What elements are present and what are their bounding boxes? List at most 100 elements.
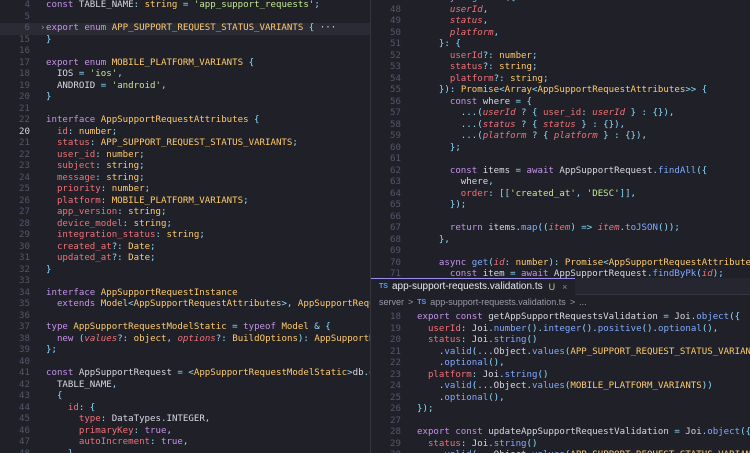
code-line[interactable]: 6 ›export enum APP_SUPPORT_REQUEST_STATUS… [0,23,370,35]
code-line[interactable]: 39}; [0,345,370,357]
code-line[interactable]: 43 { [0,391,370,403]
code-line[interactable]: 47 autoIncrement: true, [0,437,370,449]
code-line[interactable]: 22 user_id: number; [0,150,370,162]
code-line[interactable]: 48 }, [0,449,370,453]
code-line[interactable]: 28 export const updateAppSupportRequestVa… [371,427,750,439]
code-line[interactable]: 26}); [371,404,750,416]
code-line[interactable]: 23 subject: string; [0,161,370,173]
code-line[interactable]: 65 }); [371,200,750,212]
code-line[interactable]: 59 ...(platform ? { platform } : {}), [371,131,750,143]
code-line[interactable]: 35 extends Model<AppSupportRequestAttrib… [0,299,370,311]
code-line[interactable]: 32} [0,265,370,277]
code-token: updated_at [46,253,112,263]
code-line[interactable]: 45 type: DataTypes.INTEGER, [0,414,370,426]
code-line[interactable]: 17 export enum MOBILE_PLATFORM_VARIANTS { [0,58,370,70]
code-line[interactable]: 62 const items = await AppSupportRequest… [371,166,750,178]
code-line[interactable]: 18 export const getAppSupportRequestsVali… [371,312,750,324]
code-line[interactable]: 21 .valid(...Object.values(APP_SUPPORT_R… [371,347,750,359]
code-token: MOBILE_PLATFORM_VARIANTS [111,195,244,206]
code-line[interactable]: 71 const item = await AppSupportRequest.… [371,269,750,278]
code-line[interactable]: 31 updated_at?: Date; [0,253,370,265]
code-text: platform, [417,28,499,40]
code-line[interactable]: 15} [0,35,370,47]
code-line[interactable]: 54 platform?: string; [371,74,750,86]
code-line[interactable]: 38 new (values?: object, options?: Build… [0,334,370,346]
code-line[interactable]: 26 platform: MOBILE_PLATFORM_VARIANTS; [0,196,370,208]
code-line[interactable]: 70 async get(id: number): Promise<AppSup… [371,258,750,270]
code-line[interactable]: 50 platform, [371,28,750,40]
code-line[interactable]: 16 [0,46,370,58]
code-line[interactable]: 29 integration_status: string; [0,230,370,242]
code-line[interactable]: 19 userId: Joi.number().integer().positi… [371,324,750,336]
line-number: 28 [19,218,30,229]
code-line[interactable]: 27 [371,416,750,428]
code-token: Object [493,381,527,391]
code-line[interactable]: 22 interface AppSupportRequestAttributes … [0,115,370,127]
code-line[interactable]: 21 status: APP_SUPPORT_REQUEST_STATUS_VA… [0,138,370,150]
code-line[interactable]: 55 }): Promise<Array<AppSupportRequestAt… [371,85,750,97]
code-token: ()); [657,223,680,233]
code-line[interactable]: 25 priority: number; [0,184,370,196]
code-token: ?: [117,333,134,344]
right-bottom-editor-pane[interactable]: TS app-support-requests.validation.ts U … [371,278,750,453]
right-top-editor-pane[interactable]: 47 async getAll({48 userId,49 status,50 … [371,0,750,278]
code-token: await [526,165,560,176]
code-line[interactable]: 48 userId, [371,5,750,17]
code-line[interactable]: 41 const AppSupportRequest = <AppSupportR… [0,368,370,380]
code-line[interactable]: 53 status?: string; [371,62,750,74]
code-line[interactable]: 44 id: { [0,403,370,415]
code-line[interactable]: 52 userId?: number; [371,51,750,63]
breadcrumb-file[interactable]: app-support-requests.validation.ts [430,297,566,307]
code-line[interactable]: 24 message: string; [0,173,370,185]
code-line[interactable]: 29 status: Joi.string() [371,439,750,451]
code-line[interactable]: 20 id: number; [0,127,370,139]
code-line[interactable]: 25 .optional(), [371,393,750,405]
code-line[interactable]: 20 status: Joi.string() [371,335,750,347]
code-line[interactable]: 34 interface AppSupportRequestInstance [0,288,370,300]
code-line[interactable]: 58 ...(status ? { status } : {}), [371,120,750,132]
code-line[interactable]: 61 [371,154,750,166]
code-line[interactable]: 67 return items.map((item) => item.toJSO… [371,223,750,235]
code-line[interactable]: 28 device_model: string; [0,219,370,231]
left-code-area[interactable]: 4 const TABLE_NAME: string = 'app_support… [0,0,370,453]
code-line[interactable]: 49 status, [371,16,750,28]
line-number: 27 [390,415,401,426]
code-line[interactable]: 51 }: { [371,39,750,51]
code-token: const [417,96,483,107]
breadcrumb-symbol[interactable]: ... [579,297,587,307]
code-line[interactable]: 33 [0,276,370,288]
code-line[interactable]: 57 ...(userId ? { user_id: userId } : {}… [371,108,750,120]
code-line[interactable]: 37 type AppSupportRequestModelStatic = ty… [0,322,370,334]
tab-validation-file[interactable]: TS app-support-requests.validation.ts U … [371,278,576,295]
left-editor-pane[interactable]: 4 const TABLE_NAME: string = 'app_support… [0,0,370,453]
code-line[interactable]: 30 created_at?: Date; [0,242,370,254]
code-token: ...( [417,119,483,130]
code-line[interactable]: 64 order: [['created_at', 'DESC']], [371,189,750,201]
code-line[interactable]: 27 app_version: string; [0,207,370,219]
code-line[interactable]: 20} [0,92,370,104]
code-line[interactable]: 5 [0,12,370,24]
code-line[interactable]: 60 }; [371,143,750,155]
code-line[interactable]: 4 const TABLE_NAME: string = 'app_support… [0,0,370,12]
code-token: export [417,312,456,322]
code-line[interactable]: 56 const where = { [371,97,750,109]
breadcrumb-separator: > [569,297,576,307]
code-line[interactable]: 24 .valid(...Object.values(MOBILE_PLATFO… [371,381,750,393]
code-line[interactable]: 63 where, [371,177,750,189]
code-line[interactable]: 18 IOS = 'ios', [0,69,370,81]
code-line[interactable]: 68 }, [371,235,750,247]
code-line[interactable]: 46 primaryKey: true, [0,426,370,438]
code-line[interactable]: 23 platform: Joi.string() [371,370,750,382]
code-line[interactable]: 66 [371,212,750,224]
code-line[interactable]: 22 .optional(), [371,358,750,370]
right-top-code-area[interactable]: 47 async getAll({48 userId,49 status,50 … [371,0,750,278]
code-line[interactable]: 21 [0,104,370,116]
code-line[interactable]: 69 [371,246,750,258]
code-line[interactable]: 19 ANDROID = 'android', [0,81,370,93]
code-line[interactable]: 42 TABLE_NAME, [0,380,370,392]
code-line[interactable]: 36 [0,311,370,323]
right-bottom-code-area[interactable]: 18 export const getAppSupportRequestsVali… [371,309,750,453]
breadcrumb-folder[interactable]: server [379,297,404,307]
code-line[interactable]: 40 [0,357,370,369]
close-tab-icon[interactable]: × [562,282,567,292]
